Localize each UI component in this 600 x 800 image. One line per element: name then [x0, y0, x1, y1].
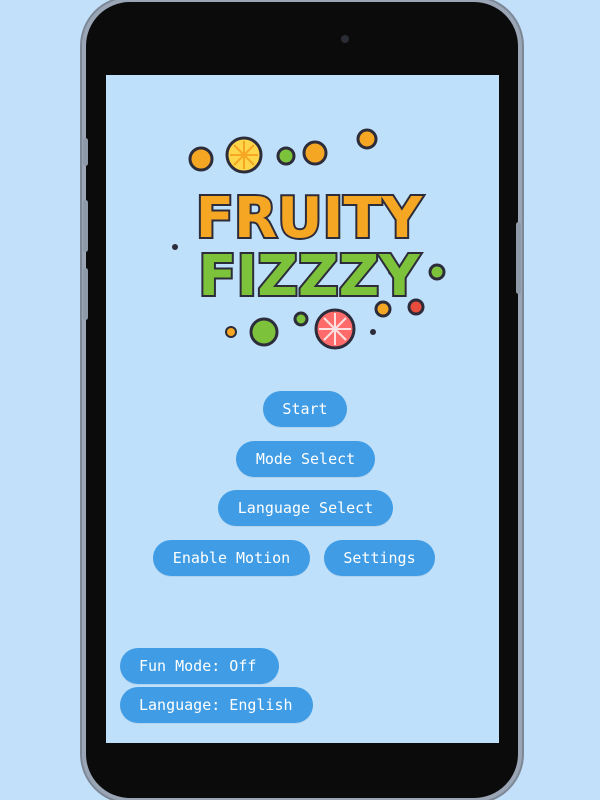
- mode-select-button[interactable]: Mode Select: [236, 441, 375, 477]
- logo-graphic: FRUITY FIZZZY: [172, 128, 446, 350]
- volume-button: [83, 268, 88, 320]
- language-select-button[interactable]: Language Select: [218, 490, 393, 526]
- front-camera: [341, 35, 349, 43]
- enable-motion-button[interactable]: Enable Motion: [153, 540, 310, 576]
- language-status-button[interactable]: Language: English: [120, 687, 313, 723]
- power-button: [516, 222, 521, 294]
- settings-button[interactable]: Settings: [324, 540, 435, 576]
- logo-title-line2: FIZZZY: [198, 244, 421, 309]
- fun-mode-toggle[interactable]: Fun Mode: Off: [120, 648, 279, 684]
- volume-button: [83, 138, 88, 166]
- volume-button: [83, 200, 88, 252]
- start-button[interactable]: Start: [263, 391, 347, 427]
- game-screen: FRUITY FIZZZY Start Mode Select Language…: [106, 75, 499, 743]
- logo-title-line1: FRUITY: [196, 186, 424, 251]
- game-logo: FRUITY FIZZZY: [161, 127, 446, 357]
